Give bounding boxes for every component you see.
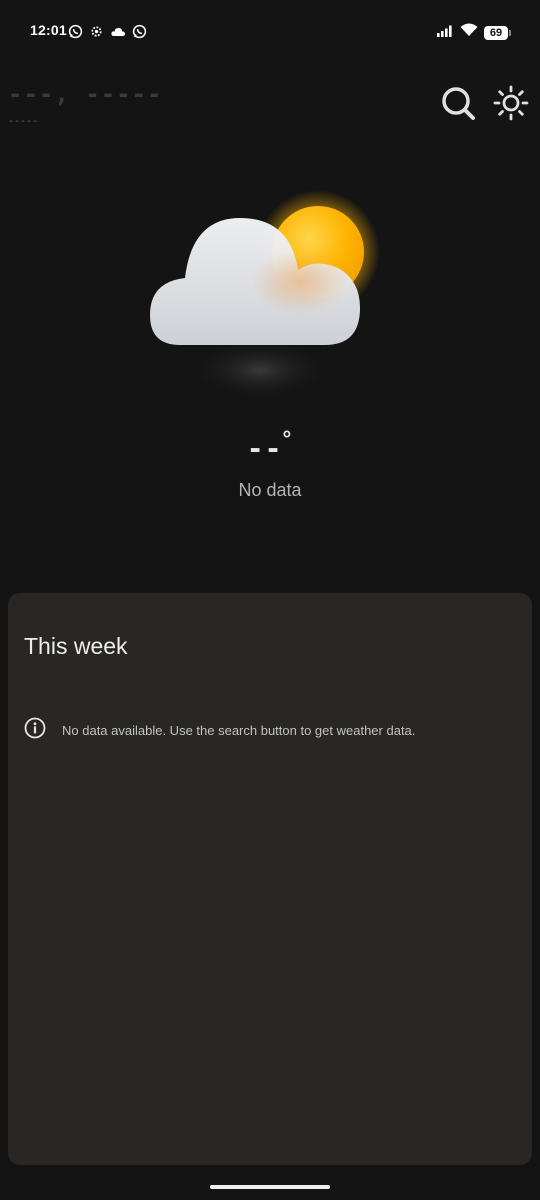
status-bar: 12:01 69 [0, 0, 540, 64]
battery-indicator: 69 [484, 25, 511, 40]
search-button[interactable] [439, 86, 477, 124]
no-data-message: No data available. Use the search button… [24, 717, 415, 744]
status-time: 12:01 [30, 22, 67, 38]
notification-icons [68, 24, 147, 39]
signal-icon [437, 24, 454, 42]
theme-toggle-button[interactable] [492, 84, 530, 127]
weekly-forecast-card: This week No data available. Use the sea… [8, 593, 532, 1165]
cloud-icon [110, 26, 126, 38]
no-data-text: No data available. Use the search button… [62, 723, 416, 738]
wifi-icon [460, 23, 478, 42]
whatsapp-icon [68, 24, 83, 39]
weather-condition: No data [238, 480, 302, 500]
week-title: This week [24, 633, 128, 659]
gesture-bar[interactable] [210, 1185, 330, 1189]
partly-cloudy-icon [140, 190, 390, 420]
search-icon [440, 85, 476, 126]
settings-icon [89, 24, 104, 39]
location-placeholder: ---, ----- [8, 80, 163, 108]
whatsapp-icon [132, 24, 147, 39]
degree-symbol: ° [282, 426, 294, 451]
date-placeholder: ----- [8, 116, 39, 127]
sun-icon [492, 84, 530, 127]
current-temperature: --° [0, 424, 540, 465]
system-icons: 69 [437, 23, 511, 42]
info-icon [24, 717, 46, 744]
temperature-value: -- [246, 432, 283, 465]
